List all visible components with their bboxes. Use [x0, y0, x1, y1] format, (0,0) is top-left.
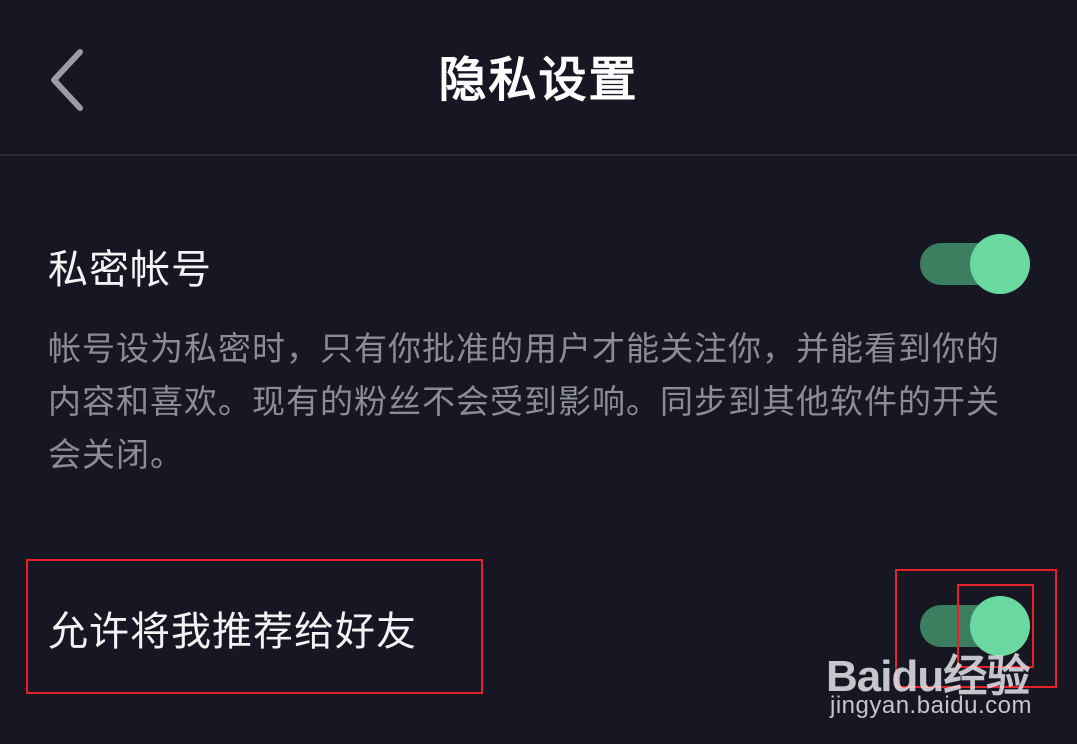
toggle-knob — [970, 234, 1030, 294]
toggle-knob — [970, 596, 1030, 656]
recommend-to-friends-toggle[interactable] — [920, 596, 1030, 656]
setting-description: 帐号设为私密时，只有你批准的用户才能关注你，并能看到你的内容和喜欢。现有的粉丝不… — [48, 329, 1000, 474]
privacy-settings-page: 隐私设置 私密帐号 帐号设为私密时，只有你批准的用户才能关注你，并能看到你的内容… — [0, 0, 1077, 744]
page-title: 隐私设置 — [438, 52, 639, 108]
setting-recommend-to-friends: 允许将我推荐给好友 — [0, 560, 1077, 700]
setting-label: 私密帐号 — [48, 247, 212, 293]
private-account-toggle[interactable] — [920, 234, 1030, 294]
header-bar: 隐私设置 — [0, 0, 1077, 156]
setting-private-account: 私密帐号 帐号设为私密时，只有你批准的用户才能关注你，并能看到你的内容和喜欢。现… — [0, 230, 1077, 490]
setting-label: 允许将我推荐给好友 — [48, 609, 417, 655]
